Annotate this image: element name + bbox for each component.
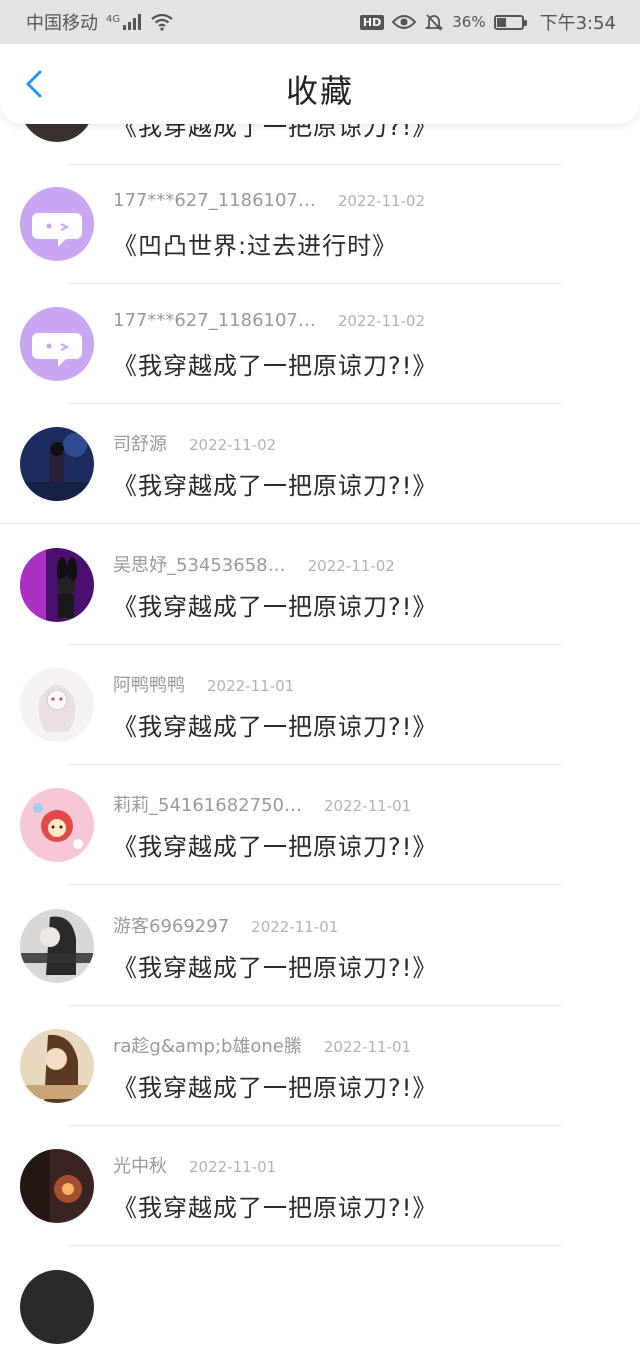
item-date: 2022-11-02	[307, 557, 395, 575]
book-title[interactable]: 《我穿越成了一把原谅刀?!》	[113, 948, 437, 983]
page-title: 收藏	[285, 72, 354, 110]
wifi-icon	[150, 13, 174, 31]
item-date: 2022-11-02	[337, 192, 426, 210]
item-date: 2022-11-01	[323, 797, 412, 815]
item-date: 2022-11-02	[337, 312, 426, 330]
avatar[interactable]	[20, 548, 94, 622]
item-date: 2022-11-01	[251, 918, 339, 936]
battery-percent: 36%	[452, 13, 486, 31]
clock: 下午3:54	[539, 13, 616, 34]
item-meta: 莉莉_54161682750… 2022-11-01	[113, 791, 411, 817]
avatar[interactable]	[20, 909, 94, 983]
divider	[0, 523, 640, 524]
carrier-label: 中国移动	[26, 13, 98, 34]
book-title[interactable]: 《凹凸世界:过去进行时》	[113, 226, 397, 261]
list-item[interactable]: 光中秋 2022-11-01 《我穿越成了一把原谅刀?!》	[0, 1126, 640, 1246]
item-meta: 司舒源 2022-11-02	[113, 430, 276, 456]
avatar[interactable]	[20, 788, 94, 862]
user-name: ra趁g&amp;b雄one縢	[113, 1036, 302, 1057]
user-name: 光中秋	[113, 1156, 167, 1177]
item-meta: 吴思妤_53453658… 2022-11-02	[113, 551, 395, 577]
item-date: 2022-11-02	[189, 436, 277, 454]
book-title[interactable]: 《我穿越成了一把原谅刀?!》	[113, 466, 437, 501]
user-name: 吴思妤_53453658…	[113, 555, 286, 576]
divider	[68, 884, 563, 885]
book-title[interactable]: 《我穿越成了一把原谅刀?!》	[113, 1188, 437, 1223]
item-meta: 177***627_1186107… 2022-11-02	[113, 310, 425, 331]
list-item[interactable]: 游客6969297 2022-11-01 《我穿越成了一把原谅刀?!》	[0, 886, 640, 1006]
list-item[interactable]: 莉莉_54161682750… 2022-11-01 《我穿越成了一把原谅刀?!…	[0, 765, 640, 885]
user-name: 177***627_1186107…	[113, 190, 316, 211]
eye-icon	[392, 14, 417, 30]
list-item[interactable]: 司舒源 2022-11-02 《我穿越成了一把原谅刀?!》	[0, 404, 640, 524]
bell-off-icon	[424, 12, 444, 32]
user-name: 阿鸭鸭鸭	[113, 675, 185, 696]
list-item[interactable]: ra趁g&amp;b雄one縢 2022-11-01 《我穿越成了一把原谅刀?!…	[0, 1006, 640, 1126]
book-title[interactable]: 《我穿越成了一把原谅刀?!》	[113, 1068, 437, 1103]
list-item[interactable]: 阿鸭鸭鸭 2022-11-01 《我穿越成了一把原谅刀?!》	[0, 645, 640, 765]
item-meta: 阿鸭鸭鸭 2022-11-01	[113, 671, 294, 697]
book-title[interactable]: 《我穿越成了一把原谅刀?!》	[113, 587, 437, 622]
user-name: 司舒源	[113, 434, 167, 455]
battery-icon	[493, 14, 527, 30]
list-item[interactable]: 177***627_1186107… 2022-11-02 《凹凸世界:过去进行…	[0, 164, 640, 284]
item-meta: 177***627_1186107… 2022-11-02	[113, 190, 425, 211]
status-bar: 中国移动 4G HD 36% 下午3:54	[0, 0, 640, 44]
item-meta: 光中秋 2022-11-01	[113, 1152, 276, 1178]
avatar[interactable]	[20, 1029, 94, 1103]
list-item[interactable]: 吴思妤_53453658… 2022-11-02 《我穿越成了一把原谅刀?!》	[0, 525, 640, 645]
avatar[interactable]	[20, 187, 94, 261]
user-name: 莉莉_54161682750…	[113, 795, 302, 816]
user-name: 游客6969297	[113, 916, 230, 937]
item-date: 2022-11-01	[207, 677, 295, 695]
hd-badge: HD	[359, 14, 385, 30]
avatar[interactable]	[20, 668, 94, 742]
list-item[interactable]: 177***627_1186107… 2022-11-02 《我穿越成了一把原谅…	[0, 284, 640, 404]
avatar[interactable]	[20, 1149, 94, 1223]
signal-icon: 4G	[106, 14, 142, 30]
item-date: 2022-11-01	[323, 1038, 412, 1056]
avatar[interactable]	[20, 427, 94, 501]
network-label: 4G	[106, 14, 121, 25]
avatar[interactable]	[20, 307, 94, 381]
item-meta: 游客6969297 2022-11-01	[113, 912, 338, 938]
user-name: 177***627_1186107…	[113, 310, 316, 331]
list-item[interactable]	[0, 1247, 640, 1367]
avatar[interactable]	[20, 1270, 94, 1344]
book-title[interactable]: 《我穿越成了一把原谅刀?!》	[113, 707, 437, 742]
divider	[68, 1245, 563, 1246]
item-meta: ra趁g&amp;b雄one縢 2022-11-01	[113, 1032, 411, 1058]
book-title[interactable]: 《我穿越成了一把原谅刀?!》	[113, 827, 437, 862]
book-title[interactable]: 《我穿越成了一把原谅刀?!》	[113, 346, 437, 381]
nav-header: 收藏	[0, 44, 640, 124]
item-date: 2022-11-01	[189, 1158, 277, 1176]
